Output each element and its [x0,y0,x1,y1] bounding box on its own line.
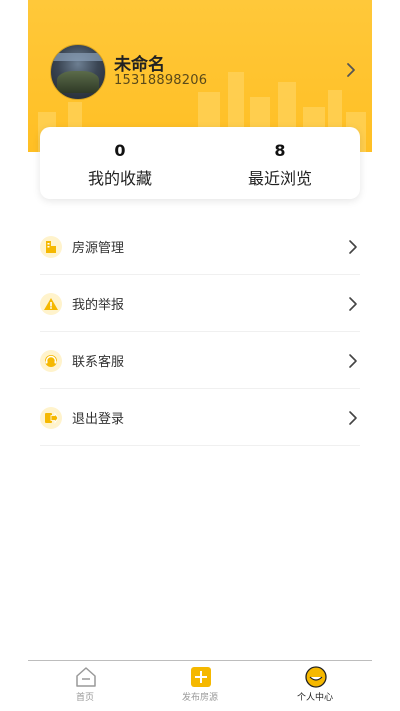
warning-icon [40,293,62,315]
building-icon [40,236,62,258]
tab-publish-listing[interactable]: 发布房源 [143,661,257,711]
home-icon [76,667,96,687]
favorites-stat[interactable]: 0 我的收藏 [40,127,200,199]
tab-home[interactable]: 首页 [28,661,142,711]
favorites-label: 我的收藏 [87,169,152,188]
stats-card: 0 我的收藏 8 最近浏览 [40,127,360,199]
headset-icon [40,350,62,372]
menu-item-label: 联系客服 [72,355,125,370]
menu-item-label: 房源管理 [72,241,125,256]
menu-item-contact-support[interactable]: 联系客服 [40,333,360,389]
chevron-right-icon [349,411,357,425]
chevron-right-icon [349,354,357,368]
smile-icon [305,666,327,688]
menu-item-property-management[interactable]: 房源管理 [40,219,360,275]
tab-label: 发布房源 [181,693,218,703]
menu-item-my-reports[interactable]: 我的举报 [40,276,360,332]
tab-personal-center[interactable]: 个人中心 [258,661,372,711]
divider [40,331,360,332]
recent-views-count: 8 [274,141,286,160]
tab-label: 首页 [75,693,94,703]
divider [40,388,360,389]
phone-number: 15318898206 [114,73,208,88]
tab-label: 个人中心 [296,693,333,703]
menu-item-label: 退出登录 [72,412,125,427]
plus-icon [191,667,211,687]
logout-icon [40,407,62,429]
avatar[interactable] [50,44,106,100]
menu-item-logout[interactable]: 退出登录 [40,390,360,446]
divider [40,445,360,446]
chevron-right-icon[interactable] [342,61,360,79]
recent-views-stat[interactable]: 8 最近浏览 [200,127,360,199]
app-frame: 未命名 15318898206 0 我的收藏 8 最近浏览 房源管理 我的举报 [28,0,372,711]
menu-item-label: 我的举报 [72,298,125,313]
favorites-count: 0 [114,141,126,160]
chevron-right-icon [349,240,357,254]
chevron-right-icon [349,297,357,311]
divider [40,274,360,275]
username: 未命名 [114,55,165,75]
recent-views-label: 最近浏览 [247,169,312,188]
bottom-tab-bar: 首页 发布房源 个人中心 [28,660,372,711]
